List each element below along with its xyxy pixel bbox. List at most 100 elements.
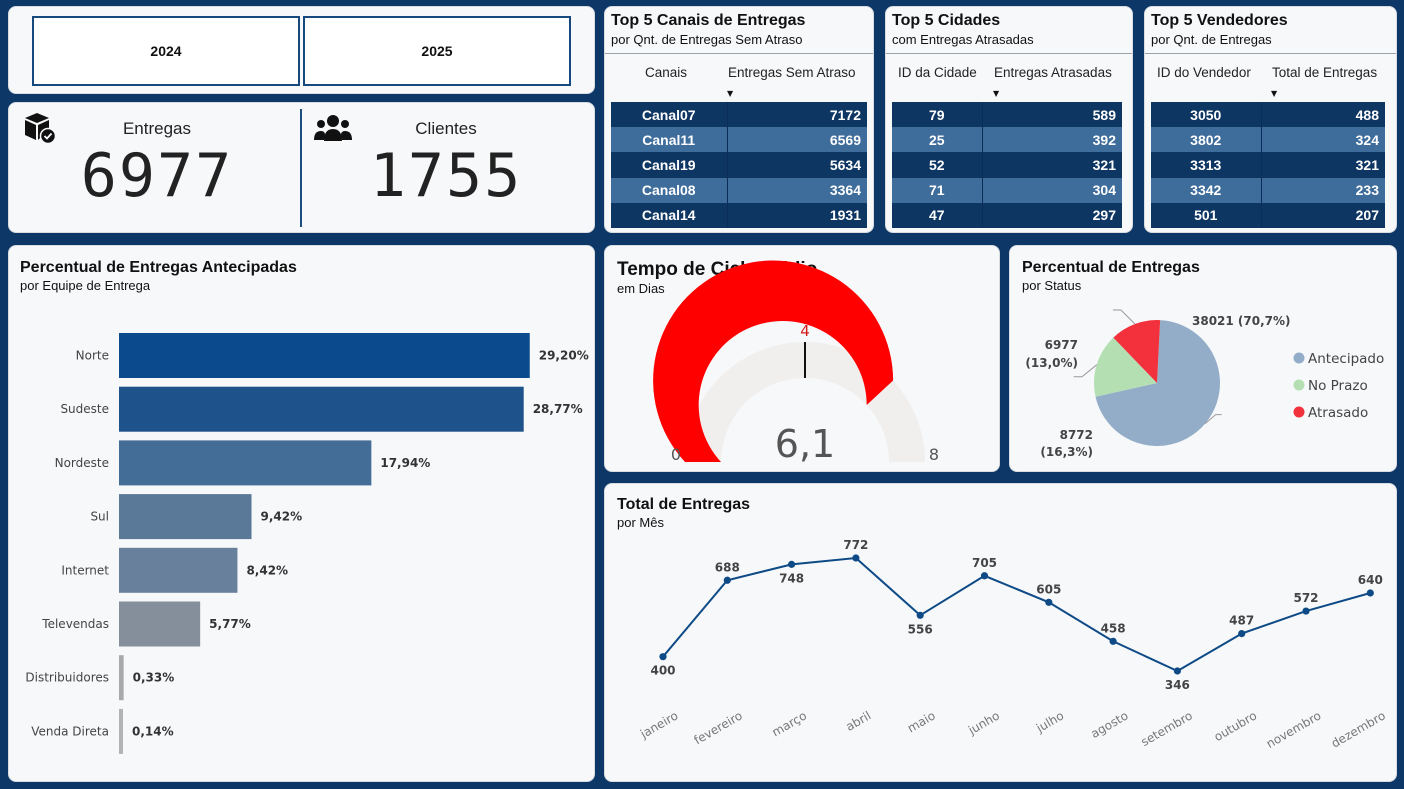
top-canais-col1-header[interactable]: Canais <box>645 65 687 80</box>
bar-chart: Norte 29,20% Sudeste 28,77% Nordeste 17,94% Su… <box>25 333 589 754</box>
top-canais-col2-header[interactable]: Entregas Sem Atraso <box>728 65 856 80</box>
table-row[interactable]: 79 589 <box>892 102 1122 128</box>
bar[interactable] <box>119 547 238 593</box>
table-cell-key: 25 <box>892 127 983 153</box>
x-axis-tick-label: novembro <box>1264 708 1324 750</box>
line-point[interactable] <box>1109 637 1117 645</box>
sort-desc-icon[interactable]: ▼ <box>1271 89 1277 98</box>
table-row[interactable]: Canal19 5634 <box>611 152 867 178</box>
line-point[interactable] <box>659 653 667 661</box>
table-row[interactable]: 47 297 <box>892 202 1122 228</box>
gauge-max-label: 8 <box>929 445 939 464</box>
entregas-mes-card: Total de Entregas por Mês 400 janeiro 688 f… <box>604 483 1397 782</box>
table-row[interactable]: 3313 321 <box>1151 152 1385 178</box>
legend-label[interactable]: Atrasado <box>1308 405 1368 421</box>
table-row[interactable]: 52 321 <box>892 152 1122 178</box>
line-data-label: 572 <box>1293 591 1318 605</box>
table-row[interactable]: Canal11 6569 <box>611 127 867 153</box>
top-vendedores-title: Top 5 Vendedores <box>1151 12 1288 29</box>
top-vendedores-col2-header[interactable]: Total de Entregas <box>1272 65 1377 80</box>
bar-value-label: 5,77% <box>209 617 251 631</box>
line-point[interactable] <box>980 572 989 580</box>
x-axis-tick-label: janeiro <box>637 708 680 741</box>
bar-value-label: 8,42% <box>246 563 288 577</box>
line-point[interactable] <box>1366 589 1374 597</box>
table-cell-key: 47 <box>892 202 983 228</box>
table-row[interactable]: 3050 488 <box>1151 102 1385 128</box>
bar[interactable] <box>119 655 124 701</box>
line-data-label: 705 <box>972 556 997 570</box>
bar[interactable] <box>119 333 530 378</box>
bar-value-label: 28,77% <box>533 402 583 416</box>
table-row[interactable]: Canal14 1931 <box>611 202 867 228</box>
x-axis-tick-label: julho <box>1033 708 1066 735</box>
top-vendedores-divider <box>1145 53 1396 54</box>
pie-data-label: (13,0%) <box>1025 356 1078 370</box>
line-chart: 400 janeiro 688 fevereiro 748 março 772 abril 55… <box>637 538 1388 751</box>
line-point[interactable] <box>788 560 796 568</box>
table-row[interactable]: 501 207 <box>1151 202 1385 228</box>
table-cell-value: 6569 <box>727 127 867 153</box>
table-row[interactable]: 71 304 <box>892 177 1122 203</box>
clientes-label: Clientes <box>415 119 477 138</box>
legend-label[interactable]: Antecipado <box>1308 351 1384 367</box>
line-point[interactable] <box>1238 629 1246 638</box>
line-point[interactable] <box>1173 667 1181 675</box>
bar-category-label: Venda Direta <box>31 724 109 738</box>
kpi-card: Entregas 6977 Clientes 1755 <box>8 102 595 233</box>
line-data-label: 458 <box>1101 621 1126 635</box>
top-cidades-table: 79 589 25 392 52 321 71 304 47 297 <box>892 102 1122 228</box>
sort-desc-icon[interactable]: ▼ <box>993 89 999 98</box>
top-canais-divider <box>605 53 873 54</box>
table-cell-value: 488 <box>1261 102 1385 128</box>
bar[interactable] <box>119 601 201 647</box>
year-2025-button[interactable]: 2025 <box>303 16 571 86</box>
table-cell-value: 7172 <box>727 102 867 128</box>
x-axis-tick-label: maio <box>905 708 938 735</box>
bar[interactable] <box>119 386 524 432</box>
line-data-label: 748 <box>779 571 804 585</box>
table-cell-key: 501 <box>1151 202 1262 228</box>
table-cell-value: 3364 <box>727 177 867 203</box>
top-vendedores-card: Top 5 Vendedores por Qnt. de Entregas ID… <box>1144 6 1397 233</box>
line-point[interactable] <box>852 554 860 562</box>
table-cell-value: 324 <box>1261 127 1385 153</box>
bar-category-label: Internet <box>61 563 109 577</box>
top-vendedores-subtitle: por Qnt. de Entregas <box>1151 32 1272 47</box>
year-2024-button[interactable]: 2024 <box>32 16 300 86</box>
bar-value-label: 9,42% <box>261 510 303 524</box>
table-cell-value: 589 <box>982 102 1122 128</box>
sort-desc-icon[interactable]: ▼ <box>727 89 733 98</box>
line-point[interactable] <box>723 576 731 584</box>
line-data-label: 400 <box>650 664 675 678</box>
top-cidades-col2-header[interactable]: Entregas Atrasadas <box>994 65 1112 80</box>
line-point[interactable] <box>916 611 924 619</box>
bar-value-label: 29,20% <box>539 349 589 363</box>
table-row[interactable]: Canal08 3364 <box>611 177 867 203</box>
bar[interactable] <box>119 494 252 540</box>
table-row[interactable]: 3802 324 <box>1151 127 1385 153</box>
table-row[interactable]: 3342 233 <box>1151 177 1385 203</box>
x-axis-tick-label: outubro <box>1212 708 1260 744</box>
table-cell-key: 3050 <box>1151 102 1262 128</box>
table-cell-key: Canal11 <box>611 127 728 153</box>
line-point[interactable] <box>1302 607 1310 615</box>
bar[interactable] <box>119 440 372 486</box>
bar-value-label: 17,94% <box>380 456 430 470</box>
legend-label[interactable]: No Prazo <box>1308 378 1368 394</box>
table-cell-value: 5634 <box>727 152 867 178</box>
bar[interactable] <box>119 708 123 754</box>
top-cidades-col1-header[interactable]: ID da Cidade <box>898 65 977 80</box>
table-cell-key: Canal08 <box>611 177 728 203</box>
table-row[interactable]: Canal07 7172 <box>611 102 867 128</box>
table-row[interactable]: 25 392 <box>892 127 1122 153</box>
top-vendedores-col1-header[interactable]: ID do Vendedor <box>1157 65 1251 80</box>
top-canais-subtitle: por Qnt. de Entregas Sem Atraso <box>611 32 803 47</box>
package-check-icon <box>25 113 57 145</box>
line-data-label: 556 <box>908 622 933 636</box>
table-cell-value: 233 <box>1261 177 1385 203</box>
line-point[interactable] <box>1045 598 1053 606</box>
table-cell-key: 3313 <box>1151 152 1262 178</box>
gauge-min-label: 0 <box>671 445 681 464</box>
x-axis-tick-label: junho <box>965 708 1002 737</box>
